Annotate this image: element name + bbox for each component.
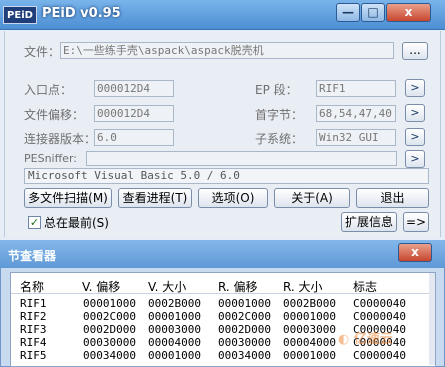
table-cell: 00001000 xyxy=(148,349,201,362)
table-cell: 00003000 xyxy=(283,323,336,336)
section-viewer-titlebar[interactable] xyxy=(0,240,445,268)
pesniffer-label: PESniffer: xyxy=(24,152,77,165)
exit-button[interactable]: 退出 xyxy=(356,188,429,208)
table-cell: 00001000 xyxy=(283,349,336,362)
ep-section-field[interactable]: RIF1 xyxy=(316,80,396,97)
section-viewer-close-button[interactable]: x xyxy=(398,243,432,262)
table-cell: 00004000 xyxy=(283,336,336,349)
file-offset-label: 文件偏移： xyxy=(24,108,85,122)
table-cell: 00003000 xyxy=(148,323,201,336)
table-cell: RIF2 xyxy=(20,310,47,323)
table-cell: 0002C000 xyxy=(218,310,271,323)
linker-version-field[interactable]: 6.0 xyxy=(94,129,174,146)
table-cell: C0000040 xyxy=(353,310,406,323)
pesniffer-arrow-button[interactable]: > xyxy=(405,150,425,168)
table-cell: 00004000 xyxy=(148,336,201,349)
table-cell: C0000040 xyxy=(353,349,406,362)
window-title: PEiD v0.95 xyxy=(42,6,121,21)
watermark-icon: ◐ xyxy=(338,332,350,347)
pesniffer-field[interactable] xyxy=(86,151,397,166)
section-viewer-title: 节查看器 xyxy=(8,249,57,263)
table-cell: RIF3 xyxy=(20,323,47,336)
first-bytes-arrow-button[interactable]: > xyxy=(405,104,425,122)
section-table-scrollbar[interactable] xyxy=(429,273,435,365)
table-cell: 00030000 xyxy=(218,336,271,349)
multi-scan-button[interactable]: 多文件扫描(M) xyxy=(24,188,112,208)
extensions-arrow-button[interactable]: => xyxy=(403,212,429,232)
extensions-button[interactable]: 扩展信息 xyxy=(341,212,397,232)
header-divider xyxy=(11,293,429,294)
browse-button[interactable]: ... xyxy=(402,42,428,60)
first-bytes-label: 首字节： xyxy=(255,108,304,122)
entry-point-field[interactable]: 000012D4 xyxy=(94,80,174,97)
always-on-top-label: 总在最前(S) xyxy=(44,216,109,230)
table-cell: 0002C000 xyxy=(83,310,136,323)
minimize-button[interactable]: — xyxy=(336,3,360,22)
table-cell: 00030000 xyxy=(83,336,136,349)
first-bytes-field[interactable]: 68,54,47,40 xyxy=(316,105,396,122)
detection-result: Microsoft Visual Basic 5.0 / 6.0 xyxy=(24,168,429,184)
watermark-text: 亿速云 xyxy=(353,332,393,347)
linker-version-label: 连接器版本： xyxy=(24,132,97,146)
table-cell: RIF4 xyxy=(20,336,47,349)
table-cell: 0002D000 xyxy=(83,323,136,336)
app-icon: PEiD xyxy=(3,6,37,24)
subsystem-field[interactable]: Win32 GUI xyxy=(316,129,396,146)
table-cell: 00001000 xyxy=(218,297,271,310)
watermark-logo: ◐ 亿速云 xyxy=(338,328,393,347)
options-button[interactable]: 选项(O) xyxy=(198,188,268,208)
table-cell: RIF5 xyxy=(20,349,47,362)
table-cell: 0002D000 xyxy=(218,323,271,336)
ep-section-arrow-button[interactable]: > xyxy=(405,79,425,97)
file-offset-field[interactable]: 000012D4 xyxy=(94,105,174,122)
table-cell: 00001000 xyxy=(283,310,336,323)
table-cell: RIF1 xyxy=(20,297,47,310)
maximize-button[interactable]: □ xyxy=(361,3,385,22)
subsystem-arrow-button[interactable]: > xyxy=(405,128,425,146)
file-path-field[interactable]: E:\一些练手壳\aspack\aspack脱壳机 xyxy=(60,42,394,59)
entry-point-label: 入口点： xyxy=(24,83,73,97)
table-cell: C0000040 xyxy=(353,297,406,310)
table-cell: 00034000 xyxy=(218,349,271,362)
table-cell: 0002B000 xyxy=(148,297,201,310)
task-viewer-button[interactable]: 查看进程(T) xyxy=(118,188,192,208)
always-on-top-checkbox[interactable]: ✓ xyxy=(28,216,41,229)
about-button[interactable]: 关于(A) xyxy=(274,188,350,208)
close-button[interactable]: x xyxy=(386,3,431,22)
ep-section-label: EP 段： xyxy=(255,83,298,97)
table-cell: 00001000 xyxy=(148,310,201,323)
subsystem-label: 子系统： xyxy=(255,132,304,146)
table-cell: 0002B000 xyxy=(283,297,336,310)
table-cell: 00001000 xyxy=(83,297,136,310)
table-cell: 00034000 xyxy=(83,349,136,362)
file-label: 文件： xyxy=(24,45,61,59)
